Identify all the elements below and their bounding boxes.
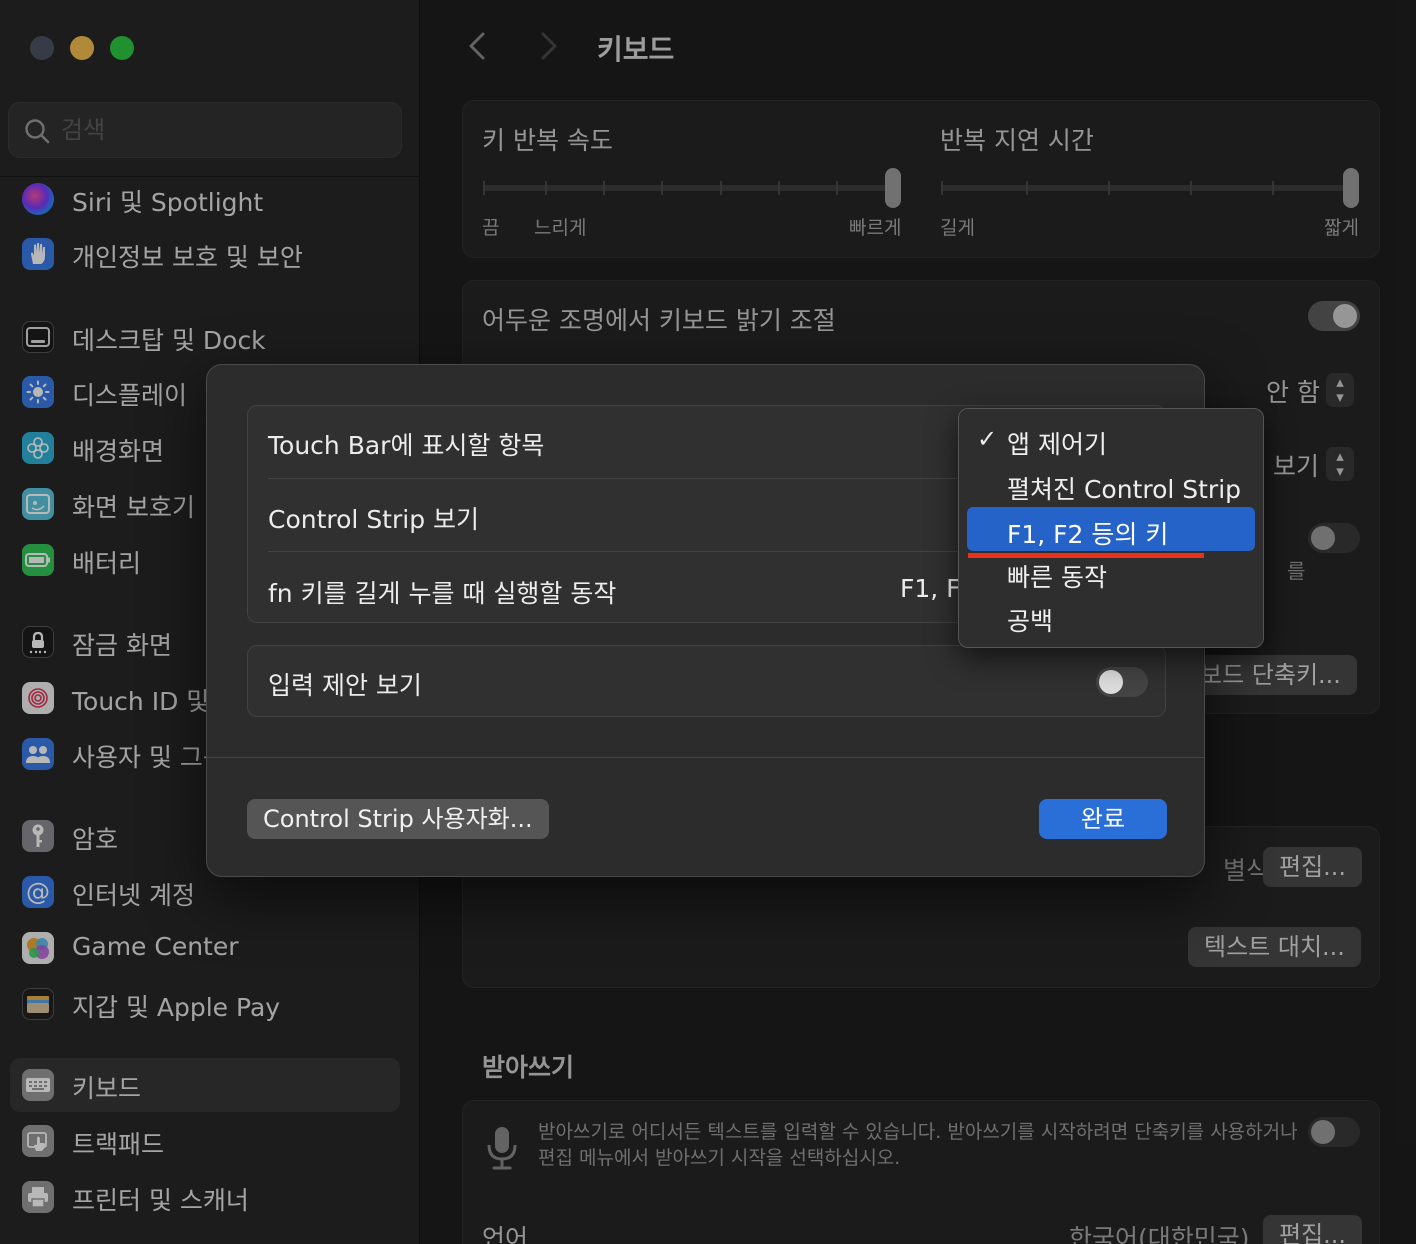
fn-key-action-value[interactable]: F1, F — [900, 574, 961, 603]
typing-suggestions-label: 입력 제안 보기 — [268, 671, 422, 700]
fn-key-action-label: fn 키를 길게 누를 때 실행할 동작 — [268, 579, 617, 608]
menu-item-label: F1, F2 등의 키 — [1007, 520, 1169, 549]
show-control-strip-label: Control Strip 보기 — [268, 505, 480, 534]
menu-item-label: 펼쳐진 Control Strip — [1007, 475, 1242, 504]
checkmark-icon: ✓ — [977, 425, 998, 453]
menu-item-f1-f2-keys[interactable]: F1, F2 등의 키 — [967, 507, 1255, 551]
customize-control-strip-button[interactable]: Control Strip 사용자화... — [247, 799, 549, 839]
menu-item-spaces[interactable]: 공백 — [967, 594, 1255, 638]
menu-item-app-controls[interactable]: ✓ 앱 제어기 — [967, 417, 1255, 461]
menu-item-label: 앱 제어기 — [1007, 430, 1107, 459]
menu-item-expanded-control-strip[interactable]: 펼쳐진 Control Strip — [967, 462, 1255, 506]
done-button[interactable]: 완료 — [1039, 799, 1167, 839]
menu-item-label: 공백 — [1007, 607, 1054, 636]
dialog-footer-divider — [207, 757, 1204, 758]
menu-item-label: 빠른 동작 — [1007, 563, 1107, 592]
typing-suggestions-toggle[interactable] — [1096, 667, 1148, 697]
touch-bar-shows-popup-menu: ✓ 앱 제어기 펼쳐진 Control Strip F1, F2 등의 키 빠른… — [958, 408, 1264, 648]
typing-suggestions-group: 입력 제안 보기 — [247, 645, 1166, 717]
touch-bar-shows-label: Touch Bar에 표시할 항목 — [268, 431, 545, 460]
annotation-underline — [968, 553, 1204, 558]
